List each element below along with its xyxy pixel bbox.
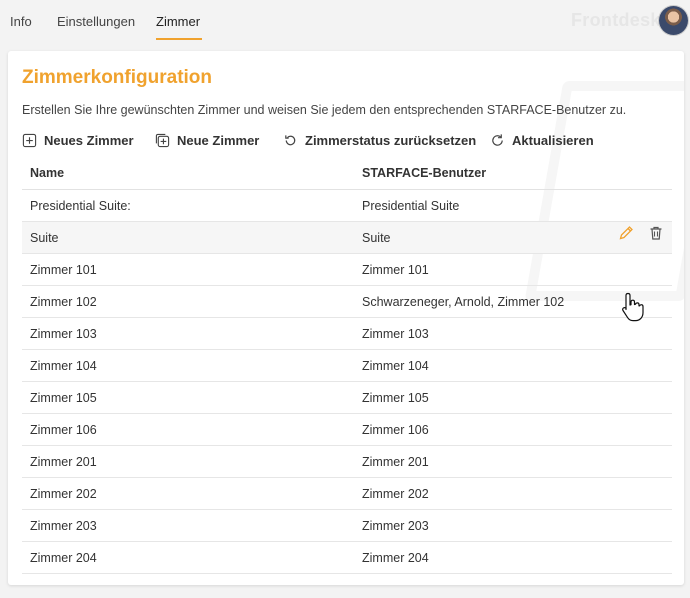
- table-row[interactable]: Presidential Suite: Presidential Suite: [22, 189, 672, 222]
- table-row[interactable]: Zimmer 105 Zimmer 105: [22, 381, 672, 414]
- room-name-cell: Zimmer 202: [22, 477, 354, 510]
- room-name-cell: Suite: [22, 221, 354, 254]
- starface-user-cell: Zimmer 203: [354, 509, 672, 542]
- refresh-icon: [492, 134, 503, 146]
- table-row[interactable]: Zimmer 201 Zimmer 201: [22, 445, 672, 478]
- new-room-button[interactable]: Neues Zimmer: [22, 133, 134, 148]
- starface-user-cell: Zimmer 201: [354, 445, 672, 478]
- room-name-cell: Zimmer 204: [22, 541, 354, 574]
- room-name-cell: Zimmer 203: [22, 509, 354, 542]
- table-row[interactable]: Zimmer 204 Zimmer 204: [22, 541, 672, 574]
- room-name-cell: Zimmer 201: [22, 445, 354, 478]
- reset-room-status-button[interactable]: Zimmerstatus zurücksetzen: [283, 133, 476, 148]
- brand-logo: Frontdesk: [571, 10, 661, 30]
- avatar[interactable]: [659, 6, 688, 35]
- edit-icon[interactable]: [618, 225, 634, 241]
- starface-user-cell: Zimmer 104: [354, 349, 672, 382]
- active-tab-indicator: [156, 38, 202, 40]
- table-row[interactable]: Zimmer 104 Zimmer 104: [22, 349, 672, 382]
- new-rooms-button[interactable]: Neue Zimmer: [155, 133, 259, 148]
- page-title: Zimmerkonfiguration: [22, 67, 213, 88]
- tab-einstellungen[interactable]: Einstellungen: [57, 14, 135, 29]
- reset-room-status-label: Zimmerstatus zurücksetzen: [305, 133, 477, 148]
- new-room-label: Neues Zimmer: [44, 133, 134, 148]
- rooms-table: Name STARFACE-Benutzer Presidential Suit…: [22, 157, 672, 574]
- table-row[interactable]: Zimmer 202 Zimmer 202: [22, 477, 672, 510]
- tab-info[interactable]: Info: [10, 14, 32, 29]
- column-header-starface-user[interactable]: STARFACE-Benutzer: [354, 157, 672, 190]
- table-row[interactable]: Zimmer 203 Zimmer 203: [22, 509, 672, 542]
- refresh-label: Aktualisieren: [512, 133, 594, 148]
- starface-user-cell: Zimmer 204: [354, 541, 672, 574]
- room-name-cell: Zimmer 102: [22, 285, 354, 318]
- starface-user-cell: Zimmer 202: [354, 477, 672, 510]
- table-row[interactable]: Zimmer 101 Zimmer 101: [22, 253, 672, 286]
- room-name-cell: Zimmer 101: [22, 253, 354, 286]
- plus-multiple-icon: [155, 133, 170, 148]
- room-config-card: Zimmerkonfiguration Erstellen Sie Ihre g…: [8, 51, 684, 585]
- row-actions: [618, 225, 664, 241]
- table-row[interactable]: Suite Suite: [22, 221, 672, 254]
- starface-user-cell: Zimmer 105: [354, 381, 672, 414]
- trash-icon[interactable]: [648, 225, 664, 241]
- room-name-cell: Zimmer 103: [22, 317, 354, 350]
- tab-zimmer[interactable]: Zimmer: [156, 14, 200, 29]
- starface-user-cell: Presidential Suite: [354, 189, 672, 222]
- top-navigation: Info Einstellungen Zimmer Frontdesk: [0, 0, 690, 42]
- column-header-name[interactable]: Name: [22, 157, 354, 190]
- page-description: Erstellen Sie Ihre gewünschten Zimmer un…: [22, 103, 627, 117]
- table-row[interactable]: Zimmer 106 Zimmer 106: [22, 413, 672, 446]
- table-row[interactable]: Zimmer 103 Zimmer 103: [22, 317, 672, 350]
- new-rooms-label: Neue Zimmer: [177, 133, 260, 148]
- room-name-cell: Zimmer 106: [22, 413, 354, 446]
- hand-cursor-icon: [622, 292, 644, 322]
- table-row[interactable]: Zimmer 102 Schwarzeneger, Arnold, Zimmer …: [22, 285, 672, 318]
- refresh-button[interactable]: Aktualisieren: [490, 133, 594, 148]
- table-header-row: Name STARFACE-Benutzer: [22, 157, 672, 190]
- room-name-cell: Zimmer 104: [22, 349, 354, 382]
- plus-icon: [22, 133, 37, 148]
- room-name-cell: Zimmer 105: [22, 381, 354, 414]
- starface-user-cell: Zimmer 106: [354, 413, 672, 446]
- starface-user-cell: Zimmer 101: [354, 253, 672, 286]
- room-name-cell: Presidential Suite:: [22, 189, 354, 222]
- undo-icon: [285, 135, 296, 146]
